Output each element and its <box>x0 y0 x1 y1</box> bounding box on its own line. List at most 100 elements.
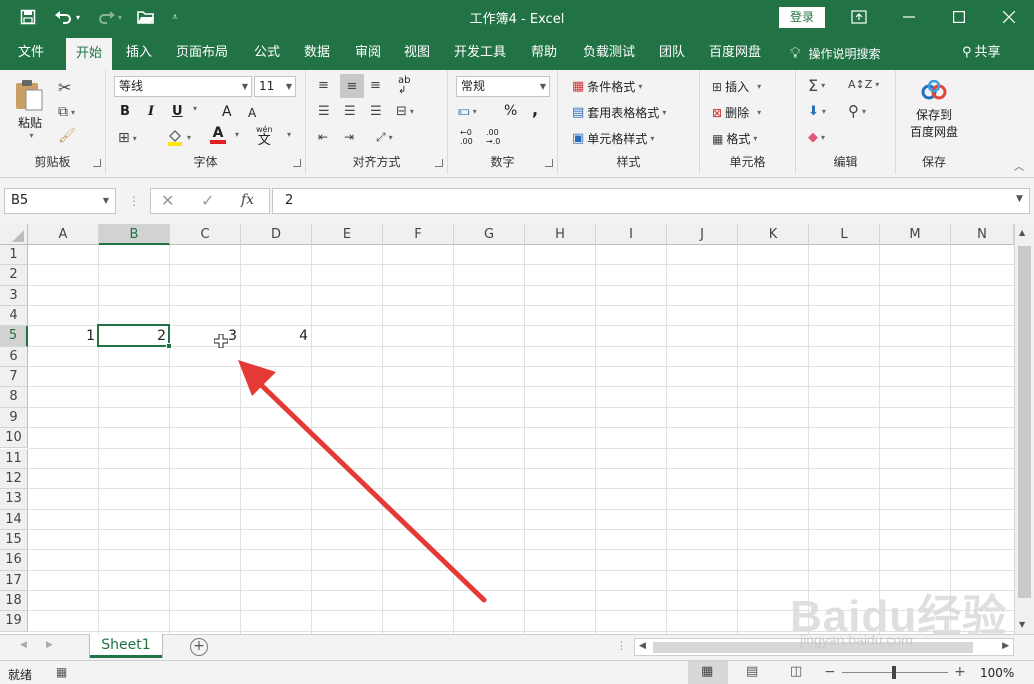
font-size-select[interactable]: 11 ▼ <box>254 76 296 97</box>
row-header-13[interactable]: 13 <box>0 489 28 510</box>
row-header-5[interactable]: 5 <box>0 326 28 347</box>
insert-function-icon[interactable]: fx <box>241 192 254 208</box>
conditional-formatting-button[interactable]: ▦ 条件格式 ▾ <box>572 78 642 95</box>
row-header-11[interactable]: 11 <box>0 448 28 469</box>
share-button[interactable]: ⚲ 共享 <box>962 34 1001 70</box>
row-header-3[interactable]: 3 <box>0 285 28 307</box>
row-header-7[interactable]: 7 <box>0 367 28 388</box>
formula-input[interactable]: 2 <box>272 188 1030 214</box>
tab-formulas[interactable]: 公式 <box>254 34 280 70</box>
column-header-k[interactable]: K <box>738 224 809 245</box>
horizontal-scroll-thumb[interactable] <box>653 642 973 653</box>
number-launcher-icon[interactable] <box>545 159 553 167</box>
ribbon-display-options-icon[interactable] <box>834 0 884 34</box>
column-header-d[interactable]: D <box>241 224 312 245</box>
vertical-scrollbar[interactable]: ▲ ▼ <box>1014 224 1034 634</box>
tab-data[interactable]: 数据 <box>304 34 330 70</box>
phonetic-dropdown-icon[interactable]: ▾ <box>284 130 291 139</box>
column-header-g[interactable]: G <box>454 224 525 245</box>
save-to-netdisk-button[interactable]: 保存到 百度网盘 <box>904 80 964 140</box>
align-center-icon[interactable]: ☰ <box>344 104 356 119</box>
row-header-12[interactable]: 12 <box>0 468 28 490</box>
font-color-button[interactable]: A <box>210 126 226 144</box>
column-header-e[interactable]: E <box>312 224 383 245</box>
name-box[interactable]: B5 ▼ <box>4 188 116 214</box>
zoom-level[interactable]: 100% <box>980 666 1014 680</box>
align-top-icon[interactable]: ≡ <box>318 78 329 93</box>
row-header-18[interactable]: 18 <box>0 590 28 612</box>
column-header-b[interactable]: B <box>99 224 170 245</box>
scroll-left-icon[interactable]: ◀ <box>639 641 646 651</box>
page-break-view-icon[interactable]: ◫ <box>790 664 802 679</box>
increase-indent-icon[interactable]: ⇥ <box>344 130 354 144</box>
cell-styles-button[interactable]: ▣ 单元格样式 ▾ <box>572 130 654 147</box>
column-header-a[interactable]: A <box>28 224 99 245</box>
vertical-scroll-thumb[interactable] <box>1018 246 1031 598</box>
login-button[interactable]: 登录 <box>779 7 825 28</box>
decrease-decimal-icon[interactable]: .00 →.0 <box>486 128 500 146</box>
align-bottom-icon[interactable]: ≡ <box>370 78 381 93</box>
paste-button[interactable]: 粘贴 ▾ <box>10 78 50 140</box>
fill-icon[interactable]: ⬇ ▾ <box>808 104 826 119</box>
row-header-16[interactable]: 16 <box>0 550 28 571</box>
format-painter-icon[interactable]: 🖌︎ <box>58 128 76 144</box>
new-sheet-icon[interactable]: + <box>190 638 208 656</box>
column-header-l[interactable]: L <box>809 224 880 245</box>
collapse-ribbon-icon[interactable]: ︿ <box>1014 158 1024 173</box>
prev-sheet-icon[interactable]: ◀ <box>20 640 27 650</box>
orientation-icon[interactable]: ⤢ ▾ <box>376 130 393 145</box>
column-header-i[interactable]: I <box>596 224 667 245</box>
row-header-8[interactable]: 8 <box>0 387 28 408</box>
bold-button[interactable]: B <box>120 104 130 119</box>
zoom-slider[interactable] <box>842 666 948 679</box>
row-header-2[interactable]: 2 <box>0 265 28 286</box>
increase-font-size-button[interactable]: A <box>222 104 232 120</box>
enter-icon[interactable]: ✓ <box>201 191 214 210</box>
tab-file[interactable]: 文件 <box>18 34 44 70</box>
cell-d5[interactable]: 4 <box>241 326 310 346</box>
underline-dropdown-icon[interactable]: ▾ <box>190 104 197 113</box>
expand-formula-bar-icon[interactable]: ▼ <box>1016 194 1023 204</box>
copy-icon[interactable]: ⧉ ▾ <box>58 104 75 120</box>
select-all-button[interactable] <box>0 224 28 245</box>
font-name-select[interactable]: 等线 ▼ <box>114 76 252 97</box>
tab-split-grip-icon[interactable]: ⋮ <box>616 639 627 652</box>
row-header-9[interactable]: 9 <box>0 407 28 429</box>
italic-button[interactable]: I <box>148 104 154 119</box>
tab-load-test[interactable]: 负载测试 <box>583 34 635 70</box>
tell-me-search[interactable]: 💡︎ 操作说明搜索 <box>790 34 881 70</box>
worksheet-grid[interactable]: ABCDEFGHIJKLMN 1 2 3 4 5 6 7 8 9 10 11 12 13 14 15 16 17… <box>0 224 1034 634</box>
cell-c5[interactable]: 3 <box>170 326 239 346</box>
tab-review[interactable]: 审阅 <box>355 34 381 70</box>
row-header-6[interactable]: 6 <box>0 346 28 368</box>
merge-center-icon[interactable]: ⊟ ▾ <box>396 104 414 119</box>
align-right-icon[interactable]: ☰ <box>370 104 382 119</box>
tab-view[interactable]: 视图 <box>404 34 430 70</box>
increase-decimal-icon[interactable]: ←0.00 <box>460 128 473 146</box>
sort-filter-icon[interactable]: A↕Z ▾ <box>848 78 879 91</box>
tab-page-layout[interactable]: 页面布局 <box>176 34 228 70</box>
underline-button[interactable]: U <box>172 104 183 119</box>
borders-icon[interactable]: ⊞ ▾ <box>118 130 137 146</box>
zoom-in-icon[interactable]: + <box>954 664 966 680</box>
scroll-up-icon[interactable]: ▲ <box>1019 228 1025 237</box>
zoom-slider-thumb[interactable] <box>892 666 896 679</box>
align-left-icon[interactable]: ☰ <box>318 104 330 119</box>
scroll-down-icon[interactable]: ▼ <box>1019 620 1025 629</box>
tab-team[interactable]: 团队 <box>659 34 685 70</box>
scroll-right-icon[interactable]: ▶ <box>1002 641 1009 651</box>
decrease-indent-icon[interactable]: ⇤ <box>318 130 328 144</box>
font-color-dropdown-icon[interactable]: ▾ <box>232 130 239 139</box>
clear-icon[interactable]: ◆ ▾ <box>808 130 825 145</box>
tab-home[interactable]: 开始 <box>66 38 113 70</box>
macro-record-icon[interactable]: ▦ <box>56 665 67 679</box>
maximize-icon[interactable] <box>934 0 984 34</box>
minimize-icon[interactable] <box>884 0 934 34</box>
row-header-10[interactable]: 10 <box>0 428 28 449</box>
column-header-m[interactable]: M <box>880 224 951 245</box>
fill-handle[interactable] <box>166 342 172 349</box>
comma-style-button[interactable]: , <box>532 100 538 119</box>
page-layout-view-icon[interactable]: ▤ <box>746 664 758 679</box>
row-header-19[interactable]: 19 <box>0 611 28 632</box>
column-header-f[interactable]: F <box>383 224 454 245</box>
